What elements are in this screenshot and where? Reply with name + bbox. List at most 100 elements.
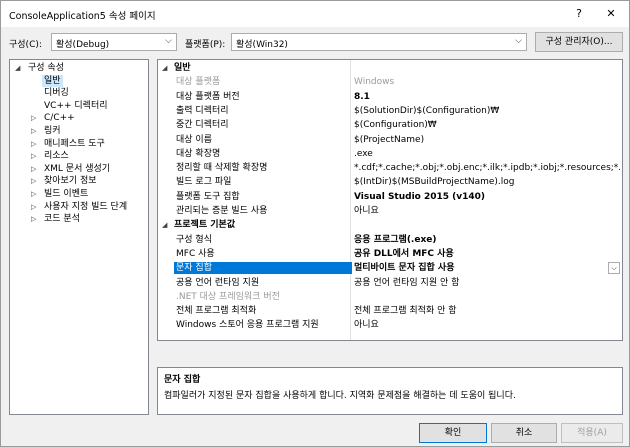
tree-item[interactable]: 사용자 지정 빌드 단계 bbox=[42, 201, 129, 213]
property-row[interactable]: .NET 대상 프레임워크 버전 bbox=[158, 291, 622, 303]
property-value[interactable]: 아니요 bbox=[354, 319, 620, 331]
property-name: Windows 스토어 응용 프로그램 지원 bbox=[176, 320, 319, 331]
configuration-value: 활성(Debug) bbox=[56, 40, 110, 50]
tree-item[interactable]: 코드 분석 bbox=[42, 213, 82, 225]
expanded-arrow-icon[interactable]: ◢ bbox=[15, 62, 20, 74]
property-name: 전체 프로그램 최적화 bbox=[176, 306, 257, 317]
property-value[interactable]: 공용 언어 런타임 지원 안 함 bbox=[354, 277, 620, 289]
platform-select[interactable]: 활성(Win32) ⌵ bbox=[231, 33, 527, 51]
collapsed-arrow-icon[interactable]: ▷ bbox=[31, 138, 36, 150]
property-grid: ◢ 일반대상 플랫폼 Windows 대상 플랫폼 버전 8.1 출력 디렉터리 $(Sol… bbox=[157, 59, 623, 341]
property-name: 대상 이름 bbox=[176, 134, 212, 145]
property-row[interactable]: 플랫폼 도구 집합 Visual Studio 2015 (v140) bbox=[158, 191, 622, 203]
property-name: 대상 플랫폼 버전 bbox=[176, 91, 240, 102]
collapsed-arrow-icon[interactable]: ▷ bbox=[31, 213, 36, 225]
expanded-arrow-icon[interactable]: ◢ bbox=[162, 62, 167, 74]
property-row[interactable]: 문자 집합 멀티바이트 문자 집합 사용 ⌵ bbox=[158, 262, 622, 275]
property-row[interactable]: 대상 플랫폼 버전 8.1 bbox=[158, 91, 622, 103]
property-row[interactable]: 출력 디렉터리 $(SolutionDir)$(Configuration)₩ bbox=[158, 105, 622, 117]
property-row[interactable]: 정리할 때 삭제할 확장명 *.cdf;*.cache;*.obj;*.obj.e… bbox=[158, 162, 622, 174]
collapsed-arrow-icon[interactable]: ▷ bbox=[31, 163, 36, 175]
property-value[interactable]: 8.1 bbox=[354, 91, 620, 103]
collapsed-arrow-icon[interactable]: ▷ bbox=[31, 125, 36, 137]
category-label: 프로젝트 기본값 bbox=[174, 220, 236, 231]
tree-item[interactable]: 매니페스트 도구 bbox=[42, 138, 107, 150]
property-row[interactable]: 공용 언어 런타임 지원 공용 언어 런타임 지원 안 함 bbox=[158, 277, 622, 289]
property-name: 공용 언어 런타임 지원 bbox=[176, 277, 260, 288]
tree-item[interactable]: C/C++ bbox=[42, 112, 77, 124]
property-name: 빌드 로그 파일 bbox=[176, 177, 232, 188]
property-name: 관리되는 증분 빌드 사용 bbox=[176, 206, 268, 216]
configuration-select[interactable]: 활성(Debug) ⌵ bbox=[51, 33, 177, 51]
description-text: 컴파일러가 지정된 문자 집합을 사용하게 합니다. 지역화 문제점을 해결하는… bbox=[164, 391, 516, 401]
expanded-arrow-icon[interactable]: ◢ bbox=[162, 219, 167, 231]
property-value[interactable]: $(IntDir)$(MSBuildProjectName).log bbox=[354, 176, 620, 188]
platform-value: 활성(Win32) bbox=[236, 40, 288, 50]
property-row[interactable]: 대상 확장명 .exe bbox=[158, 148, 622, 160]
platform-label: 플랫폼(P): bbox=[185, 40, 226, 50]
tree-item[interactable]: XML 문서 생성기 bbox=[42, 163, 112, 175]
property-value[interactable]: $(SolutionDir)$(Configuration)₩ bbox=[354, 105, 620, 117]
tree-item[interactable]: 리소스 bbox=[42, 150, 71, 162]
property-value[interactable]: 멀티바이트 문자 집합 사용 bbox=[354, 262, 620, 275]
property-name: 구성 형식 bbox=[176, 234, 212, 245]
tree-item[interactable]: VC++ 디렉터리 bbox=[42, 100, 110, 112]
property-value[interactable]: 아니요 bbox=[354, 205, 620, 217]
category-header[interactable]: ◢ 프로젝트 기본값 bbox=[158, 219, 622, 231]
property-row[interactable]: 빌드 로그 파일 $(IntDir)$(MSBuildProjectName).l… bbox=[158, 176, 622, 188]
close-button[interactable]: ✕ bbox=[599, 5, 623, 23]
property-name: 중간 디렉터리 bbox=[176, 120, 229, 131]
property-tree: ◢ 구성 속성 일반 디버깅 VC++ 디렉터리 ▷ C/C++ ▷ 링커 ▷ 매니페스트 도구 ▷ 리… bbox=[9, 59, 149, 415]
collapsed-arrow-icon[interactable]: ▷ bbox=[31, 150, 36, 162]
property-value[interactable]: .exe bbox=[354, 148, 620, 160]
properties-dialog: ConsoleApplication5 속성 페이지 ? ✕ 구성(C): 활성… bbox=[0, 0, 630, 447]
property-value[interactable]: 전체 프로그램 최적화 안 함 bbox=[354, 305, 620, 317]
property-value[interactable]: Windows bbox=[354, 76, 620, 88]
property-value[interactable]: *.cdf;*.cache;*.obj;*.obj.enc;*.ilk;*.ip… bbox=[354, 162, 620, 174]
property-name: 정리할 때 삭제할 확장명 bbox=[176, 163, 268, 174]
configuration-manager-button[interactable]: 구성 관리자(O)... bbox=[535, 32, 623, 52]
property-name: 대상 플랫폼 bbox=[176, 77, 221, 88]
property-row[interactable]: MFC 사용 공유 DLL에서 MFC 사용 bbox=[158, 248, 622, 260]
description-title: 문자 집합 bbox=[164, 375, 201, 385]
tree-item[interactable]: 찾아보기 정보 bbox=[42, 175, 99, 187]
property-row[interactable]: 중간 디렉터리 $(Configuration)₩ bbox=[158, 119, 622, 131]
property-value[interactable]: $(ProjectName) bbox=[354, 134, 620, 146]
property-value[interactable]: Visual Studio 2015 (v140) bbox=[354, 191, 620, 203]
chevron-down-icon: ⌵ bbox=[165, 36, 172, 46]
property-row[interactable]: 관리되는 증분 빌드 사용 아니요 bbox=[158, 205, 622, 217]
property-name: .NET 대상 프레임워크 버전 bbox=[176, 291, 280, 302]
property-row[interactable]: 전체 프로그램 최적화 전체 프로그램 최적화 안 함 bbox=[158, 305, 622, 317]
ok-button[interactable]: 확인 bbox=[419, 423, 487, 443]
category-label: 일반 bbox=[174, 63, 191, 73]
collapsed-arrow-icon[interactable]: ▷ bbox=[31, 175, 36, 187]
category-header[interactable]: ◢ 일반 bbox=[158, 62, 622, 74]
window-title: ConsoleApplication5 속성 페이지 bbox=[9, 11, 156, 22]
property-name: 플랫폼 도구 집합 bbox=[176, 191, 240, 202]
property-row[interactable]: Windows 스토어 응용 프로그램 지원 아니요 bbox=[158, 319, 622, 331]
property-name: 문자 집합 bbox=[174, 262, 352, 275]
tree-item[interactable]: 구성 속성 bbox=[26, 62, 66, 74]
property-row[interactable]: 대상 이름 $(ProjectName) bbox=[158, 134, 622, 146]
chevron-down-icon[interactable]: ⌵ bbox=[608, 262, 620, 275]
property-row[interactable]: 대상 플랫폼 Windows bbox=[158, 76, 622, 88]
property-name: MFC 사용 bbox=[176, 248, 215, 259]
property-row[interactable]: 구성 형식 응용 프로그램(.exe) bbox=[158, 234, 622, 246]
description-panel: 문자 집합 컴파일러가 지정된 문자 집합을 사용하게 합니다. 지역화 문제점… bbox=[157, 367, 623, 415]
tree-item[interactable]: 일반 bbox=[42, 74, 63, 87]
property-value[interactable]: 응용 프로그램(.exe) bbox=[354, 234, 620, 246]
collapsed-arrow-icon[interactable]: ▷ bbox=[31, 188, 36, 200]
tree-item[interactable]: 디버깅 bbox=[42, 87, 71, 99]
help-button[interactable]: ? bbox=[567, 5, 591, 23]
property-value[interactable]: $(Configuration)₩ bbox=[354, 119, 620, 131]
property-name: 대상 확장명 bbox=[176, 148, 221, 159]
collapsed-arrow-icon[interactable]: ▷ bbox=[31, 112, 36, 124]
title-bar: ConsoleApplication5 속성 페이지 ? ✕ bbox=[1, 1, 629, 27]
collapsed-arrow-icon[interactable]: ▷ bbox=[31, 201, 36, 213]
property-value[interactable]: 공유 DLL에서 MFC 사용 bbox=[354, 248, 620, 260]
tree-item[interactable]: 링커 bbox=[42, 125, 63, 137]
tree-item[interactable]: 빌드 이벤트 bbox=[42, 188, 90, 200]
apply-button[interactable]: 적용(A) bbox=[561, 423, 623, 443]
cancel-button[interactable]: 취소 bbox=[491, 423, 557, 443]
property-name: 출력 디렉터리 bbox=[176, 105, 229, 116]
